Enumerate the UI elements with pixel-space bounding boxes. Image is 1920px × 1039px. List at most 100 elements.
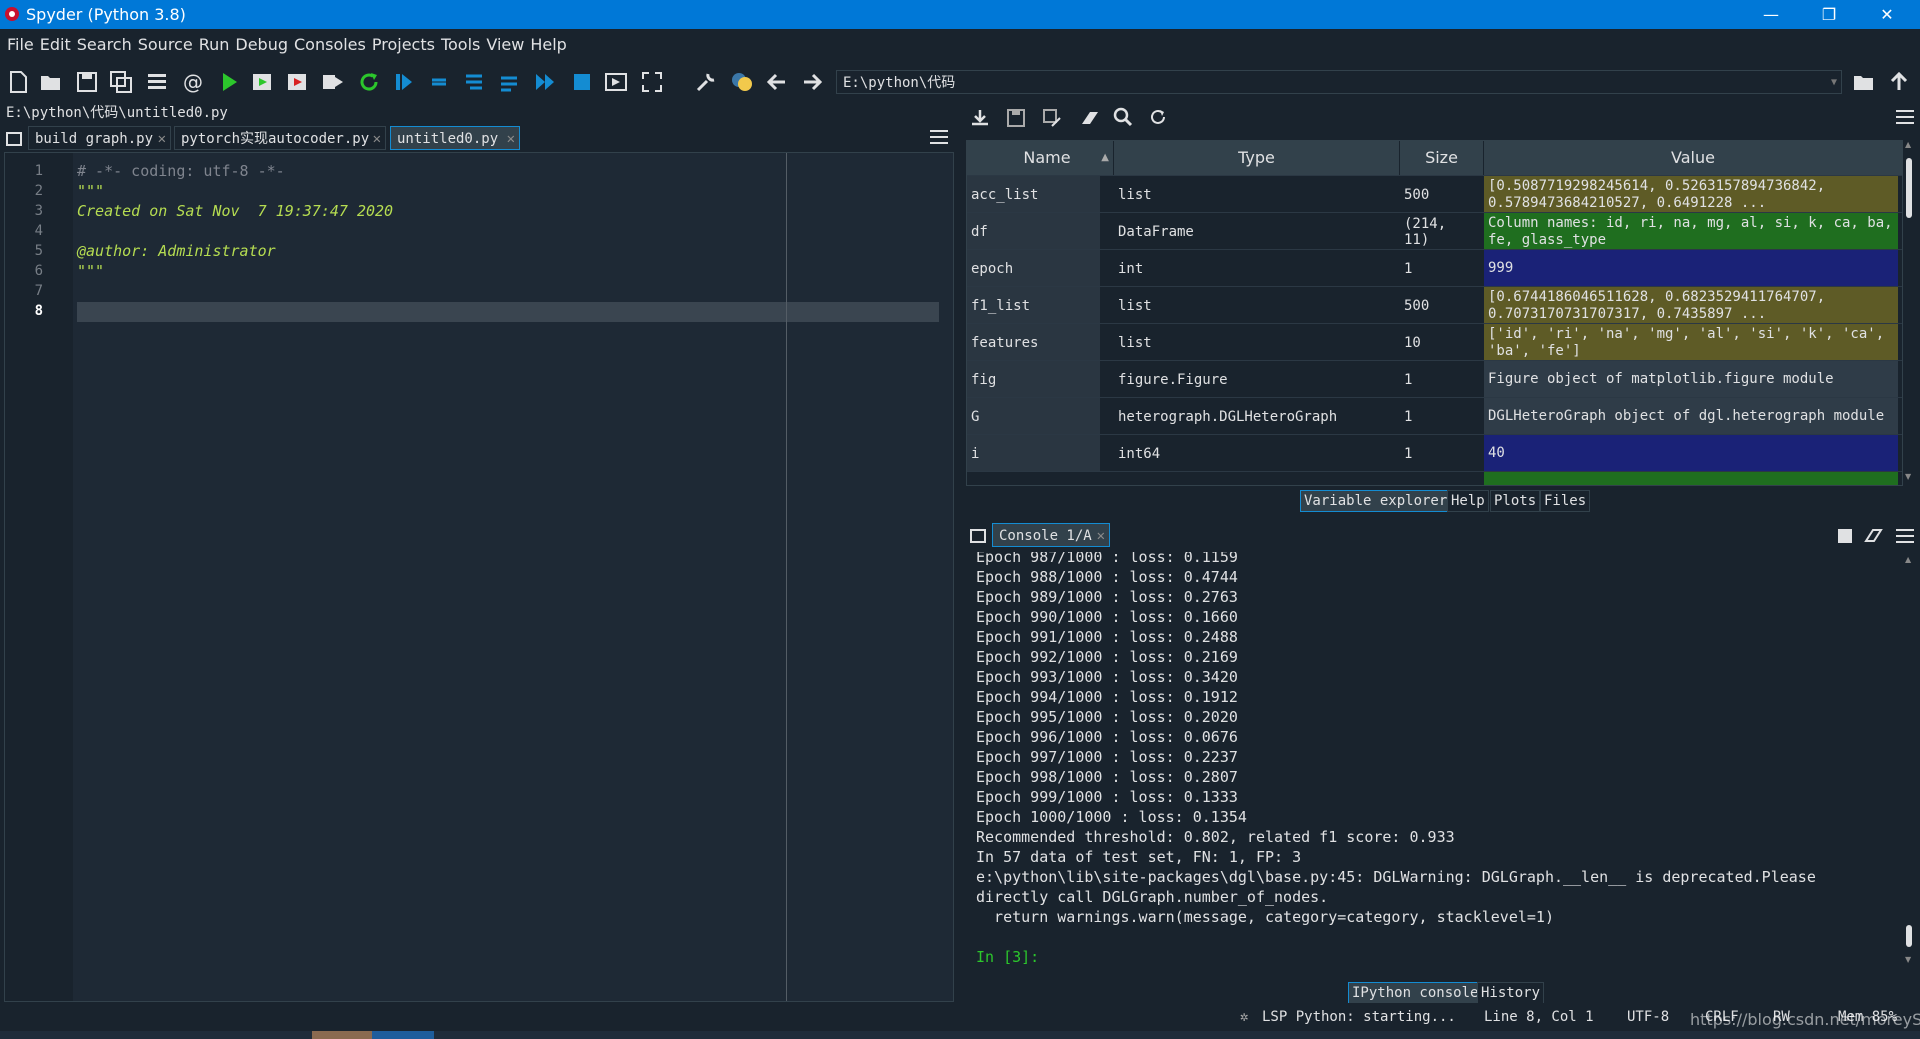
column-header-name[interactable]: Name ▲ — [981, 141, 1114, 175]
arrow-up-icon[interactable] — [1887, 70, 1911, 94]
menu-source[interactable]: Source — [135, 29, 196, 61]
table-row[interactable]: acc_list list 500 [0.5087719298245614, 0.52… — [967, 175, 1902, 213]
open-file-icon[interactable] — [39, 70, 63, 94]
list-icon[interactable] — [145, 70, 169, 94]
arrow-left-icon[interactable] — [765, 70, 789, 94]
variable-type-cell: int — [1118, 260, 1144, 277]
tab-files[interactable]: Files — [1540, 490, 1591, 512]
line-number-gutter: 1 2 3 4 5 6 7 8 — [5, 153, 73, 1001]
chevron-down-icon[interactable]: ▼ — [1831, 71, 1837, 95]
debug-icon[interactable] — [392, 70, 416, 94]
code-editor[interactable]: 1 2 3 4 5 6 7 8 # -*- coding: utf-8 -*- … — [4, 152, 954, 1002]
tab-variable-explorer[interactable]: Variable explorer — [1300, 490, 1450, 512]
options-menu-icon[interactable] — [1896, 108, 1916, 126]
minimize-button[interactable]: — — [1742, 0, 1800, 29]
eraser-icon[interactable] — [1078, 108, 1100, 128]
variable-explorer-scrollbar[interactable]: ▲ ▼ — [1903, 140, 1915, 484]
continue-icon[interactable] — [533, 70, 557, 94]
scrollbar-thumb[interactable] — [1906, 925, 1912, 947]
save-data-as-icon[interactable] — [1042, 108, 1062, 128]
options-menu-icon[interactable] — [930, 128, 950, 146]
new-file-icon[interactable] — [6, 70, 30, 94]
tab-ipython-console[interactable]: IPython console — [1348, 982, 1480, 1004]
table-row[interactable]: epoch int 1 999 — [967, 249, 1902, 287]
tab-history[interactable]: History — [1477, 982, 1545, 1004]
console-tab-bar: Console 1/A ✕ — [962, 520, 1920, 550]
tab-help[interactable]: Help — [1447, 490, 1489, 512]
menu-consoles[interactable]: Consoles — [291, 29, 369, 61]
save-all-icon[interactable] — [109, 70, 133, 94]
scroll-up-icon[interactable]: ▲ — [1905, 555, 1911, 564]
close-window-button[interactable]: ✕ — [1858, 0, 1916, 29]
rerun-icon[interactable] — [357, 70, 381, 94]
scroll-down-icon[interactable]: ▼ — [1905, 472, 1911, 481]
tab-build-graph[interactable]: build graph.py ✕ — [28, 126, 171, 150]
table-row[interactable]: i int64 1 40 — [967, 434, 1902, 472]
browse-tabs-icon[interactable] — [6, 131, 22, 147]
run-cell-icon[interactable] — [251, 70, 275, 94]
eraser-icon[interactable] — [1863, 527, 1883, 545]
stop-debug-icon[interactable] — [570, 70, 594, 94]
console-scrollbar[interactable]: ▲ ▼ — [1902, 555, 1916, 967]
taskbar-item[interactable] — [372, 1031, 434, 1039]
menu-projects[interactable]: Projects — [369, 29, 438, 61]
menu-help[interactable]: Help — [527, 29, 569, 61]
menu-search[interactable]: Search — [74, 29, 135, 61]
run-selection-icon[interactable] — [321, 70, 345, 94]
restore-button[interactable]: ❐ — [1800, 0, 1858, 29]
options-menu-icon[interactable] — [1896, 527, 1916, 545]
table-row[interactable]: features list 10 ['id', 'ri', 'na', 'mg', '… — [967, 323, 1902, 361]
search-icon[interactable] — [1113, 107, 1133, 127]
run-cell-advance-icon[interactable] — [286, 70, 310, 94]
browse-tabs-icon[interactable] — [970, 528, 986, 544]
table-row[interactable]: Gheterograph.DGLHeteroGraph 1 DGLHeteroGra… — [967, 397, 1902, 435]
table-row[interactable]: f1_list list 500 [0.6744186046511628, 0.682… — [967, 286, 1902, 324]
browse-folder-icon[interactable] — [1852, 70, 1876, 94]
code-area[interactable] — [73, 153, 953, 1001]
tab-console-1a[interactable]: Console 1/A ✕ — [992, 523, 1110, 547]
close-icon[interactable]: ✕ — [1097, 524, 1105, 548]
sort-arrow-icon: ▲ — [1101, 152, 1109, 163]
menu-tools[interactable]: Tools — [438, 29, 483, 61]
menu-view[interactable]: View — [483, 29, 527, 61]
menu-run[interactable]: Run — [196, 29, 233, 61]
table-row[interactable]: fig figure.Figure 1 Figure object of matplo… — [967, 360, 1902, 398]
save-file-icon[interactable] — [75, 70, 99, 94]
fullscreen-icon[interactable] — [640, 70, 664, 94]
tab-untitled0[interactable]: untitled0.py ✕ — [390, 126, 520, 150]
stop-kernel-icon[interactable] — [1838, 529, 1852, 543]
refresh-icon[interactable] — [1149, 108, 1167, 126]
arrow-right-icon[interactable] — [800, 70, 824, 94]
scroll-up-icon[interactable]: ▲ — [1905, 140, 1911, 149]
save-data-icon[interactable] — [1006, 108, 1026, 128]
close-icon[interactable]: ✕ — [158, 127, 166, 151]
menu-file[interactable]: File — [4, 29, 37, 61]
step-into-icon[interactable] — [462, 70, 486, 94]
table-row[interactable]: df DataFrame (214, 11) Column names: id, ri… — [967, 212, 1902, 250]
working-directory-combobox[interactable]: E:\python\代码 ▼ — [836, 70, 1842, 94]
python-path-icon[interactable] — [730, 70, 754, 94]
column-header-value[interactable]: Value — [1484, 141, 1902, 175]
scrollbar-thumb[interactable] — [1906, 158, 1912, 218]
step-return-icon[interactable] — [497, 70, 521, 94]
at-icon[interactable]: @ — [181, 70, 205, 94]
column-header-type[interactable]: Type — [1114, 141, 1400, 175]
run-icon[interactable] — [217, 70, 241, 94]
menu-edit[interactable]: Edit — [37, 29, 74, 61]
scroll-down-icon[interactable]: ▼ — [1905, 955, 1911, 964]
vertical-splitter[interactable] — [957, 102, 962, 1002]
close-icon[interactable]: ✕ — [507, 127, 515, 151]
preferences-wrench-icon[interactable] — [694, 70, 718, 94]
console-prompt[interactable]: In [3]: — [976, 948, 1039, 966]
step-icon[interactable] — [428, 70, 452, 94]
maximize-pane-icon[interactable] — [604, 70, 628, 94]
tab-plots[interactable]: Plots — [1490, 490, 1541, 512]
import-data-icon[interactable] — [970, 108, 990, 128]
column-header-size[interactable]: Size — [1400, 141, 1484, 175]
console-output-line: Recommended threshold: 0.802, related f1… — [976, 828, 1455, 846]
tab-pytorch-autocoder[interactable]: pytorch实现autocoder.py ✕ — [174, 126, 386, 150]
taskbar-item[interactable] — [312, 1031, 372, 1039]
ipython-console[interactable]: Epoch 987/1000 : loss: 0.1159 Epoch 988/1… — [968, 552, 1903, 972]
close-icon[interactable]: ✕ — [373, 127, 381, 151]
menu-debug[interactable]: Debug — [232, 29, 291, 61]
